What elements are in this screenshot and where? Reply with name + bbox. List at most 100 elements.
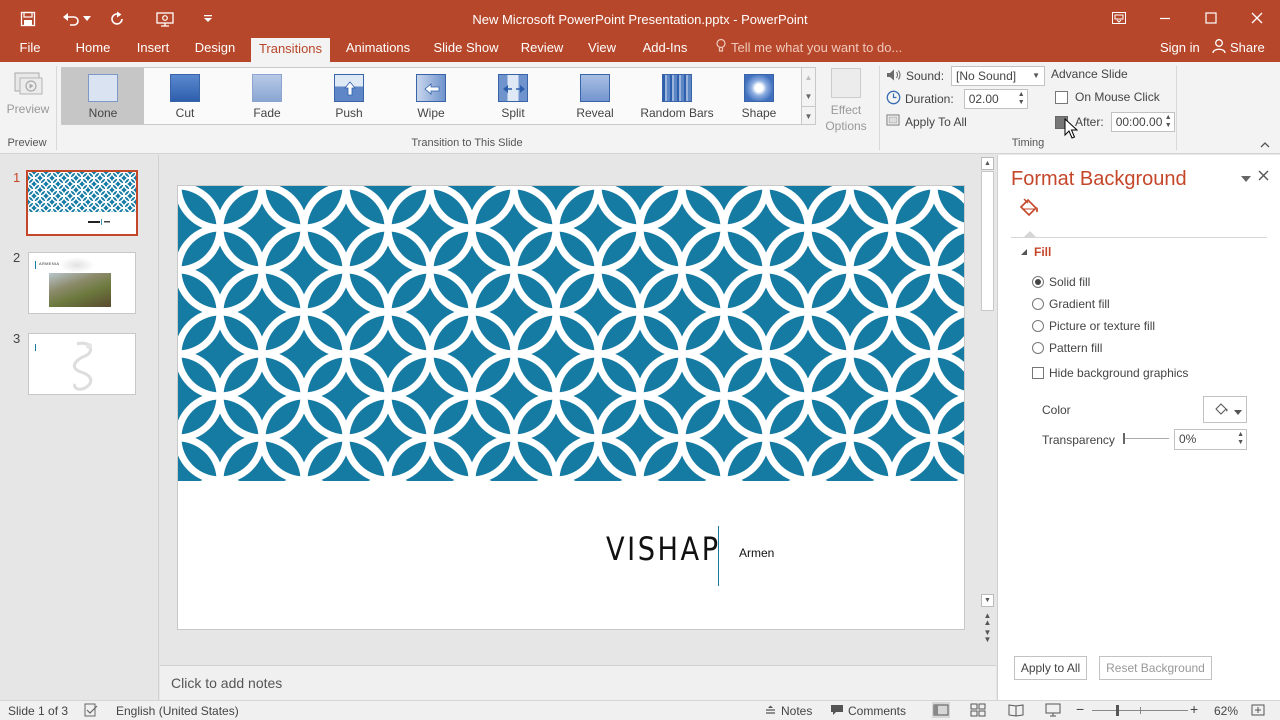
normal-view-icon[interactable]: [932, 702, 950, 718]
next-slide-icon[interactable]: ▼ ▼: [981, 629, 994, 644]
preview-button[interactable]: Preview: [6, 66, 50, 122]
ribbon-display-options-icon[interactable]: [1096, 0, 1142, 36]
tab-insert[interactable]: Insert: [130, 38, 176, 62]
slide-thumbnail-1[interactable]: [26, 170, 138, 236]
tab-home[interactable]: Home: [68, 38, 118, 62]
picture-fill-option[interactable]: Picture or texture fill: [1032, 319, 1155, 333]
transition-cut[interactable]: Cut: [144, 68, 226, 124]
zoom-slider-handle[interactable]: [1116, 705, 1119, 716]
collapse-triangle-icon: [1020, 245, 1028, 259]
picture-fill-radio[interactable]: [1032, 320, 1044, 332]
comments-toggle[interactable]: Comments: [830, 704, 906, 719]
gallery-down-icon[interactable]: ▼: [802, 87, 815, 106]
transparency-input[interactable]: 0% ▲ ▼: [1174, 429, 1247, 450]
pane-close-icon[interactable]: [1258, 170, 1269, 184]
maximize-icon[interactable]: [1188, 0, 1234, 36]
transparency-slider[interactable]: [1123, 433, 1169, 444]
zoom-slider[interactable]: [1092, 705, 1188, 716]
reading-view-icon[interactable]: [1007, 702, 1025, 720]
on-mouse-click-box[interactable]: [1055, 90, 1068, 104]
fill-line-icon[interactable]: [1015, 195, 1041, 224]
gradient-fill-option[interactable]: Gradient fill: [1032, 297, 1110, 311]
scroll-up-icon[interactable]: ▲: [981, 157, 994, 170]
hide-background-graphics-option[interactable]: Hide background graphics: [1032, 366, 1188, 380]
zoom-level[interactable]: 62%: [1214, 704, 1238, 718]
transparency-spinner[interactable]: ▲ ▼: [1237, 431, 1244, 447]
tab-design[interactable]: Design: [188, 38, 242, 62]
solid-fill-radio[interactable]: [1032, 276, 1044, 288]
slide-show-view-icon[interactable]: [1044, 702, 1062, 720]
after-spinner[interactable]: ▲ ▼: [1165, 114, 1172, 130]
transition-reveal[interactable]: Reveal: [554, 68, 636, 124]
apply-to-all-button[interactable]: Apply To All: [886, 113, 967, 130]
scroll-down-icon[interactable]: ▼: [981, 594, 994, 607]
reset-background-button[interactable]: Reset Background: [1099, 656, 1212, 680]
save-icon[interactable]: [17, 8, 39, 30]
transition-none[interactable]: None: [62, 68, 144, 124]
share-button[interactable]: Share: [1212, 38, 1265, 60]
undo-dropdown-icon[interactable]: [80, 8, 94, 30]
apply-to-all-pane-button[interactable]: Apply to All: [1014, 656, 1087, 680]
pane-options-icon[interactable]: [1241, 172, 1251, 186]
notes-pane[interactable]: Click to add notes: [160, 665, 996, 700]
transition-wipe[interactable]: Wipe: [390, 68, 472, 124]
spelling-icon[interactable]: [84, 703, 98, 720]
duration-input[interactable]: 02.00 ▲ ▼: [963, 89, 1028, 109]
transition-push[interactable]: Push: [308, 68, 390, 124]
close-icon[interactable]: [1234, 0, 1280, 36]
pattern-fill-option[interactable]: Pattern fill: [1032, 341, 1102, 355]
slide-thumbnail-2[interactable]: ARMENIA: [28, 252, 136, 314]
current-slide[interactable]: VISHAP Armen: [177, 185, 965, 630]
notes-toggle[interactable]: Notes: [764, 704, 812, 719]
customize-qat-icon[interactable]: [200, 8, 216, 30]
sound-select[interactable]: [No Sound] ▼: [951, 66, 1046, 86]
on-mouse-click-checkbox[interactable]: On Mouse Click: [1055, 90, 1160, 104]
slide-thumbnail-3[interactable]: [28, 333, 136, 395]
tab-file[interactable]: File: [12, 38, 48, 62]
gallery-more-icon[interactable]: ▼: [802, 106, 815, 125]
title-bar: New Microsoft PowerPoint Presentation.pp…: [0, 0, 1280, 38]
duration-spinner[interactable]: ▲ ▼: [1018, 91, 1025, 107]
sign-in-link[interactable]: Sign in: [1160, 38, 1200, 58]
tab-view[interactable]: View: [582, 38, 622, 62]
effect-options-button[interactable]: Effect Options: [818, 66, 874, 134]
vertical-scrollbar[interactable]: ▲ ▼ ▲ ▲ ▼ ▼: [979, 155, 996, 665]
tab-transitions[interactable]: Transitions: [251, 38, 330, 62]
transition-shape[interactable]: Shape: [718, 68, 800, 124]
slide-subtitle[interactable]: Armen: [739, 546, 774, 560]
tab-add-ins[interactable]: Add-Ins: [636, 38, 694, 62]
transition-fade[interactable]: Fade: [226, 68, 308, 124]
start-from-beginning-icon[interactable]: [154, 8, 176, 30]
redo-icon[interactable]: [106, 8, 128, 30]
gallery-up-icon[interactable]: ▲: [802, 68, 815, 87]
fill-section-header[interactable]: Fill: [1020, 245, 1051, 259]
advance-slide-label: Advance Slide: [1051, 67, 1128, 81]
slide-sorter-icon[interactable]: [969, 702, 987, 720]
undo-icon[interactable]: [60, 8, 82, 30]
tell-me-search[interactable]: Tell me what you want to do...: [716, 38, 902, 62]
tab-review[interactable]: Review: [516, 38, 568, 62]
transition-split[interactable]: Split: [472, 68, 554, 124]
previous-slide-icon[interactable]: ▲ ▲: [981, 612, 994, 627]
transition-random-bars[interactable]: Random Bars: [636, 68, 718, 124]
zoom-out-icon[interactable]: −: [1076, 702, 1084, 716]
solid-fill-option[interactable]: Solid fill: [1032, 275, 1090, 289]
hide-graphics-checkbox[interactable]: [1032, 367, 1044, 379]
color-picker-button[interactable]: [1203, 396, 1247, 423]
after-input[interactable]: 00:00.00 ▲ ▼: [1110, 112, 1175, 132]
transition-label: Cut: [175, 106, 195, 120]
gradient-fill-radio[interactable]: [1032, 298, 1044, 310]
slide-title[interactable]: VISHAP: [606, 530, 721, 568]
fit-to-window-icon[interactable]: [1250, 702, 1266, 720]
minimize-icon[interactable]: [1142, 0, 1188, 36]
gallery-scroll[interactable]: ▲ ▼ ▼: [802, 67, 816, 125]
slider-handle[interactable]: [1123, 433, 1125, 444]
zoom-in-icon[interactable]: +: [1190, 702, 1198, 716]
paint-bucket-icon: [1213, 402, 1229, 419]
collapse-ribbon-icon[interactable]: [1260, 138, 1270, 152]
language-status[interactable]: English (United States): [116, 704, 239, 718]
scroll-thumb[interactable]: [981, 171, 994, 311]
tab-animations[interactable]: Animations: [340, 38, 416, 62]
tab-slide-show[interactable]: Slide Show: [428, 38, 504, 62]
pattern-fill-radio[interactable]: [1032, 342, 1044, 354]
